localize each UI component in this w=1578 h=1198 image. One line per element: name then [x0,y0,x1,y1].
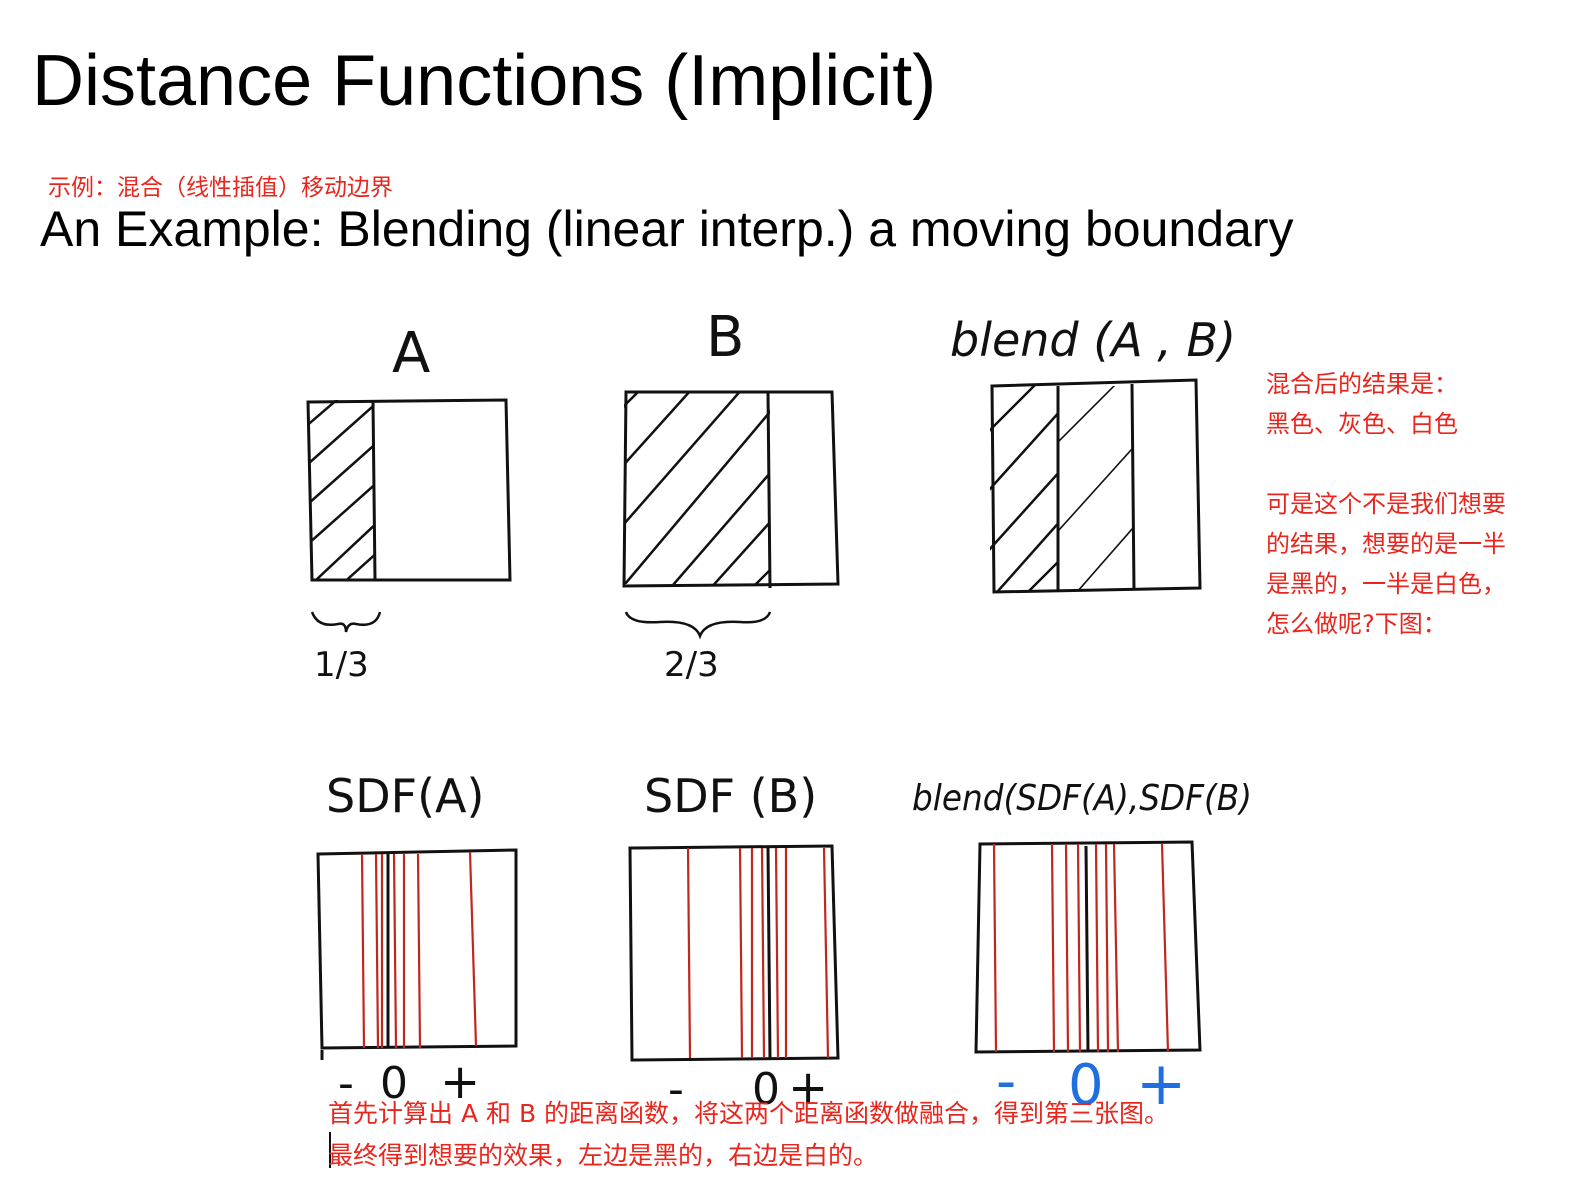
box-blend [990,378,1202,594]
side-annotation: 混合后的结果是： 黑色、灰色、白色 可是这个不是我们想要 的结果，想要的是一半 … [1266,364,1506,644]
side-note-line: 是黑的，一半是白色， [1266,570,1506,598]
box-b [622,390,840,589]
fraction-a: 1/3 [314,645,369,685]
label-blend: blend (A , B) [950,313,1236,367]
box-sdf-b [628,844,840,1062]
box-sdf-a [316,848,518,1060]
hatch-b [624,392,770,584]
label-sdf-b: SDF (B) [644,769,817,823]
label-b: B [706,305,744,370]
brace-b [624,611,772,640]
side-note-line: 可是这个不是我们想要 [1266,490,1506,518]
label-sdf-a: SDF(A) [326,769,484,823]
fraction-b: 2/3 [664,645,719,685]
side-note-line: 怎么做呢?下图： [1266,610,1447,638]
hatch-blend-light [1058,386,1132,591]
side-note-line: 混合后的结果是： [1266,370,1458,398]
contours-blend-sdf [992,843,1170,1053]
label-a: A [392,321,430,386]
bottom-note-line: 最终得到想要的效果，左边是黑的，右边是白的。 [328,1141,879,1170]
side-note-spacer [1266,444,1506,484]
box-a [306,398,512,582]
side-note-line: 黑色、灰色、白色 [1266,410,1458,438]
bottom-note-line: 首先计算出 A 和 B 的距离函数，将这两个距离函数做融合，得到第三张图。 [328,1099,1170,1128]
brace-a [310,611,382,633]
label-blend-sdf: blend(SDF(A),SDF(B) [912,778,1252,819]
contours-sdf-b [686,847,830,1059]
hatch-a [310,400,374,580]
side-note-line: 的结果，想要的是一半 [1266,530,1506,558]
bottom-annotation: 首先计算出 A 和 B 的距离函数，将这两个距离函数做融合，得到第三张图。 最终… [328,1093,1169,1177]
contours-sdf-a [360,851,478,1049]
